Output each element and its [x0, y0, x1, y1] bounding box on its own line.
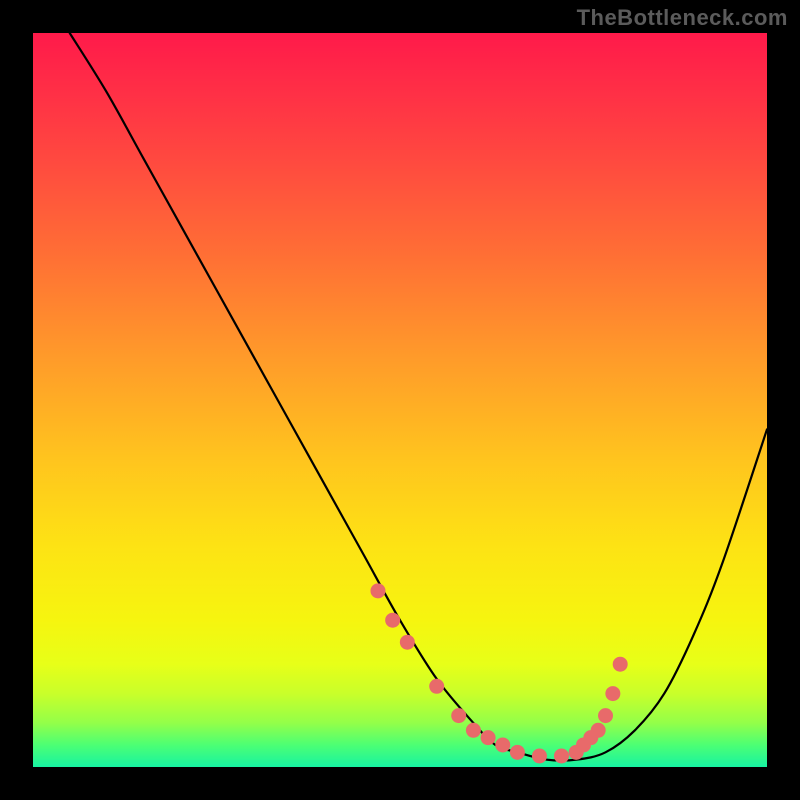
marker-dot [429, 679, 444, 694]
marker-dot [370, 583, 385, 598]
marker-dot [598, 708, 613, 723]
marker-dot [613, 657, 628, 672]
plot-area [33, 33, 767, 767]
marker-dot [554, 748, 569, 763]
marker-dot [385, 613, 400, 628]
marker-dot [481, 730, 496, 745]
marker-dot [466, 723, 481, 738]
marker-dot [532, 748, 547, 763]
marker-dots [370, 583, 627, 763]
marker-dot [495, 737, 510, 752]
watermark-text: TheBottleneck.com [577, 5, 788, 31]
curve-line [70, 33, 767, 761]
marker-dot [400, 635, 415, 650]
marker-dot [451, 708, 466, 723]
marker-dot [605, 686, 620, 701]
chart-svg [33, 33, 767, 767]
chart-frame: TheBottleneck.com [0, 0, 800, 800]
marker-dot [591, 723, 606, 738]
marker-dot [510, 745, 525, 760]
